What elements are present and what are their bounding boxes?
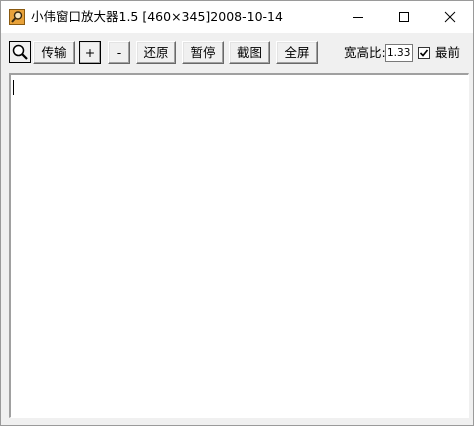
checkmark-icon — [419, 49, 429, 57]
close-button[interactable] — [427, 1, 473, 33]
minimize-button[interactable] — [335, 1, 381, 33]
screenshot-button[interactable]: 截图 — [229, 41, 270, 64]
zoom-out-button[interactable]: - — [108, 41, 130, 64]
app-window: 小伟窗口放大器1.5 [460×345]2008-10-14 传输 + - 还原 — [0, 0, 474, 426]
minimize-icon — [353, 17, 363, 18]
aspect-ratio-input[interactable]: 1.33 — [385, 44, 413, 62]
maximize-icon — [399, 12, 409, 22]
title-bar[interactable]: 小伟窗口放大器1.5 [460×345]2008-10-14 — [1, 1, 473, 33]
pause-button[interactable]: 暂停 — [182, 41, 224, 64]
window-title: 小伟窗口放大器1.5 [460×345]2008-10-14 — [31, 9, 283, 24]
transfer-button[interactable]: 传输 — [33, 41, 75, 64]
magnified-view[interactable] — [9, 73, 469, 418]
magnifier-icon — [12, 44, 28, 60]
magnifier-button[interactable] — [9, 41, 31, 63]
text-caret — [13, 80, 14, 95]
maximize-button[interactable] — [381, 1, 427, 33]
aspect-ratio-label: 宽高比: — [344, 45, 386, 60]
topmost-checkbox[interactable] — [418, 47, 430, 59]
topmost-label[interactable]: 最前 — [435, 45, 460, 61]
fullscreen-button[interactable]: 全屏 — [276, 41, 318, 64]
restore-button[interactable]: 还原 — [136, 41, 176, 64]
zoom-in-button[interactable]: + — [79, 41, 101, 64]
magnifier-app-icon[interactable] — [9, 9, 25, 25]
close-icon — [444, 11, 456, 23]
